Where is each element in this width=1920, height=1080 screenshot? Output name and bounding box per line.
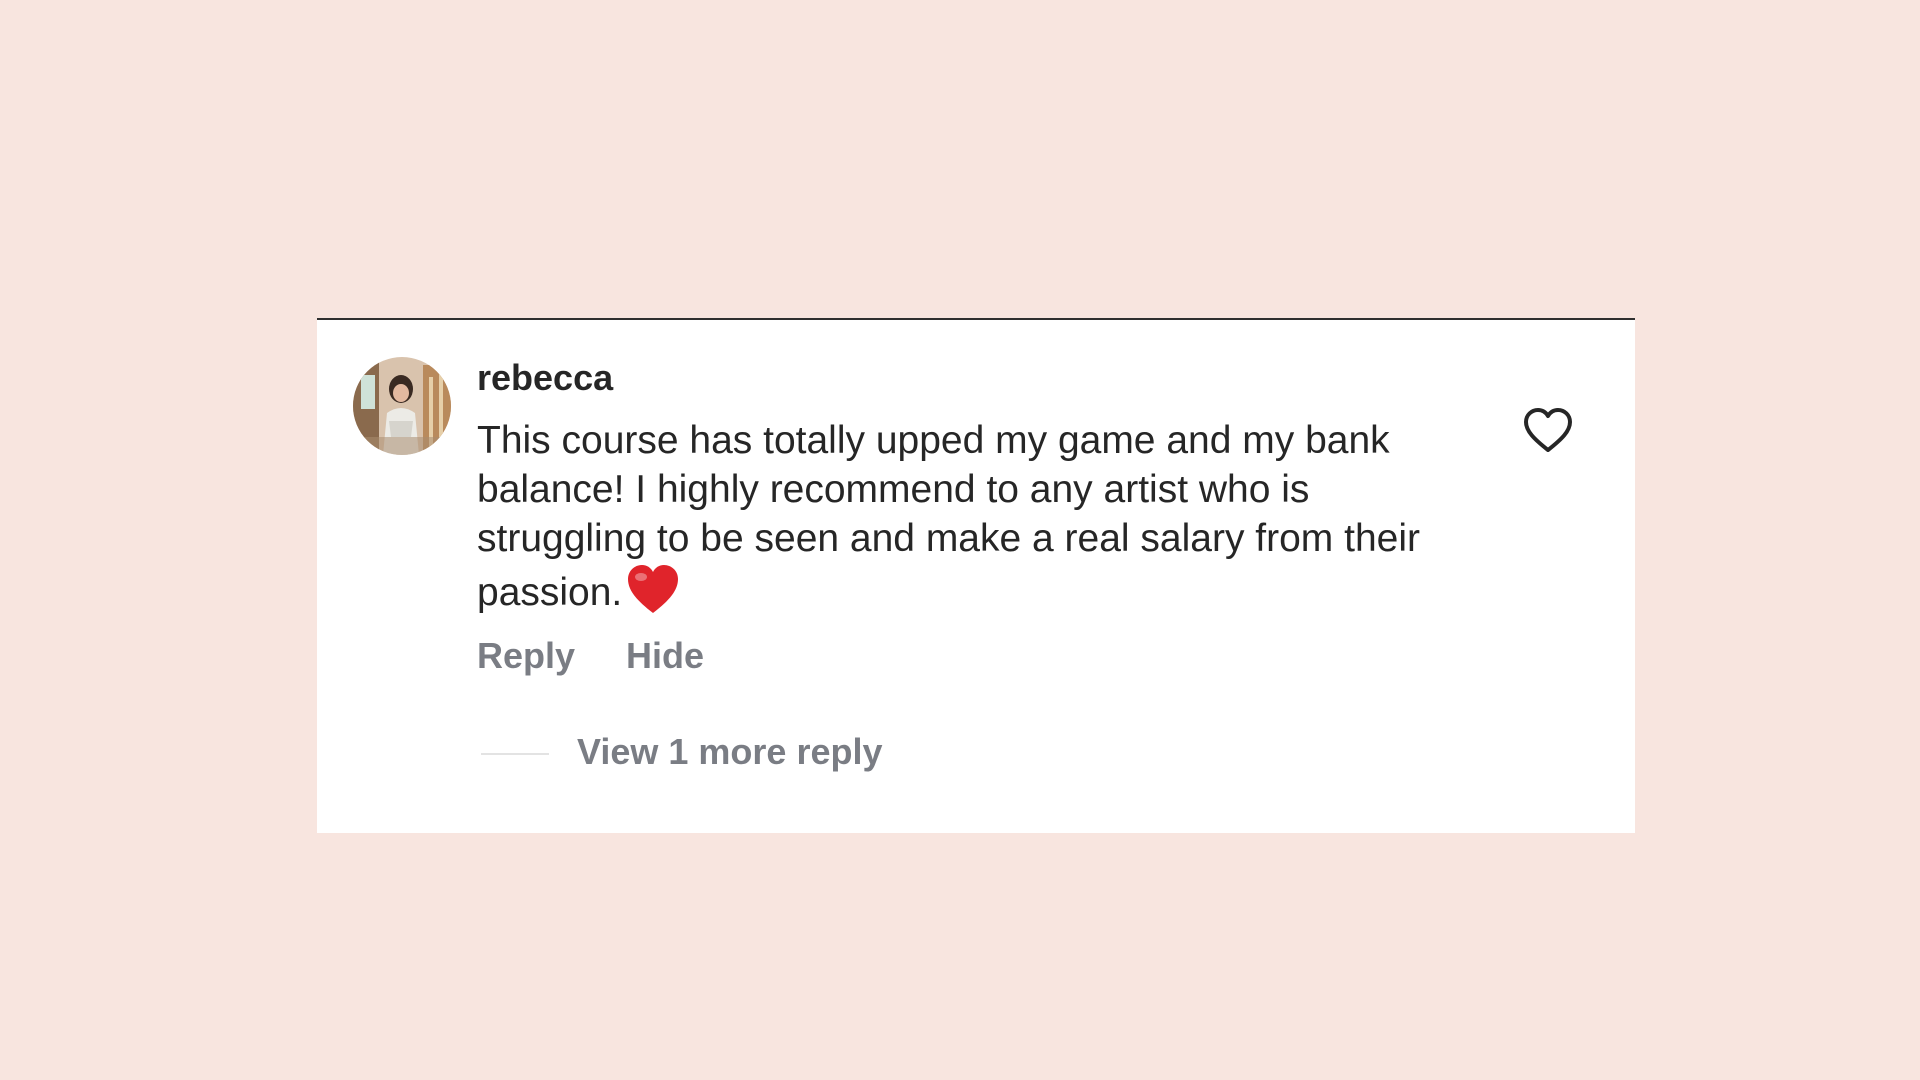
comment-username[interactable]: rebecca [477,358,613,398]
avatar[interactable] [353,357,451,455]
view-more-replies-button[interactable]: View 1 more reply [577,732,883,772]
avatar-photo [353,357,451,455]
replies-divider [481,753,549,755]
red-heart-emoji-icon [626,563,680,627]
hide-button[interactable]: Hide [626,636,704,676]
heart-outline-icon[interactable] [1521,404,1575,458]
comment-text: This course has totally upped my game an… [477,419,1420,614]
comment-card: rebecca This course has totally upped my… [317,318,1635,833]
comment-body: This course has totally upped my game an… [477,416,1427,627]
reply-button[interactable]: Reply [477,636,575,676]
